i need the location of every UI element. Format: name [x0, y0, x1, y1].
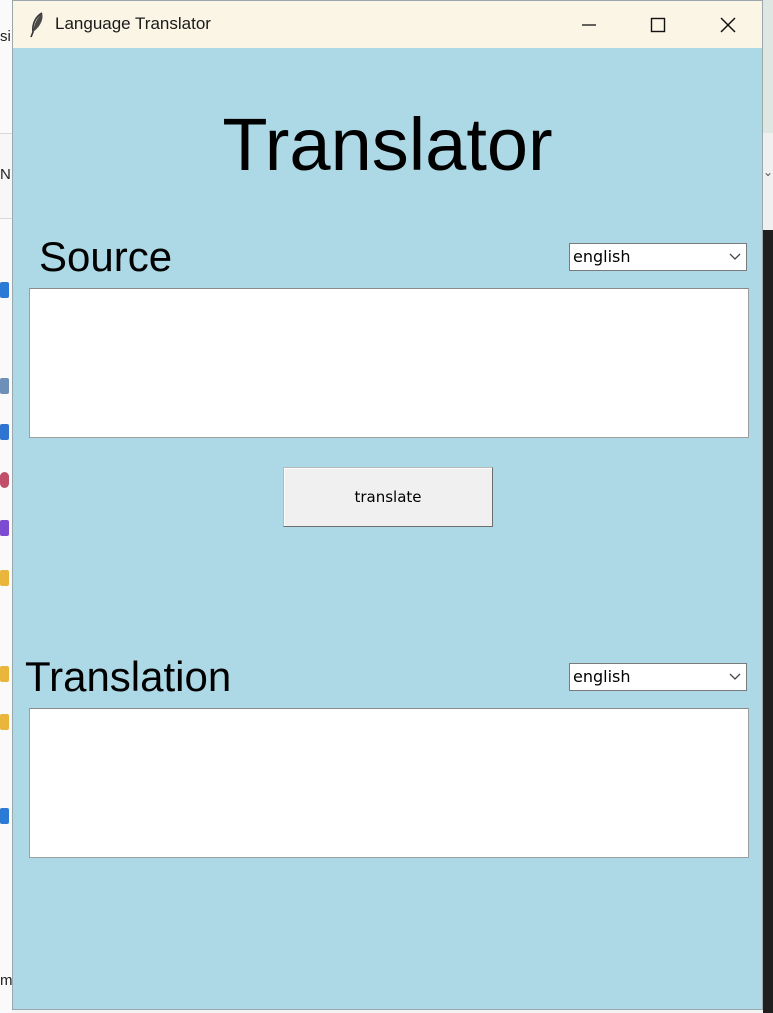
background-icon	[0, 666, 9, 682]
maximize-button[interactable]	[628, 1, 688, 48]
minimize-button[interactable]	[559, 1, 619, 48]
minimize-icon	[582, 23, 596, 26]
background-icon	[0, 520, 9, 536]
translation-text-output[interactable]	[29, 708, 749, 858]
target-language-select[interactable]: english	[569, 663, 747, 691]
close-icon	[720, 16, 736, 33]
background-icon	[0, 472, 9, 488]
translation-label: Translation	[25, 653, 232, 700]
background-right-edge: ⌄	[763, 0, 773, 1013]
page-title: Translator	[222, 103, 553, 186]
maximize-icon	[650, 17, 666, 32]
translate-button[interactable]: translate	[283, 467, 493, 527]
background-icon	[0, 378, 9, 394]
background-icon	[0, 570, 9, 586]
background-icon	[0, 808, 9, 824]
source-text-input[interactable]	[29, 288, 749, 438]
background-text: si	[0, 28, 11, 45]
background-text: N	[0, 166, 11, 183]
target-language-value: english	[573, 667, 631, 686]
background-band	[763, 0, 773, 133]
window-title: Language Translator	[55, 14, 211, 33]
background-dark-panel	[763, 230, 773, 1013]
background-icon	[0, 282, 9, 298]
source-language-value: english	[573, 247, 631, 266]
background-text: m	[0, 972, 12, 989]
source-label: Source	[39, 233, 173, 280]
background-icon	[0, 424, 9, 440]
background-icon	[0, 714, 9, 730]
feather-icon	[30, 12, 43, 38]
window-content: Translator Source english translate Tran…	[13, 48, 762, 1009]
chevron-down-icon	[729, 253, 741, 260]
source-language-select[interactable]: english	[569, 243, 747, 271]
translator-window: Language Translator Translator Source en…	[12, 0, 763, 1010]
close-button[interactable]	[698, 1, 758, 48]
chevron-down-icon	[729, 673, 741, 680]
chevron-down-icon: ⌄	[763, 165, 773, 179]
title-bar[interactable]: Language Translator	[13, 1, 762, 48]
background-app-strip: si N m	[0, 0, 12, 1013]
